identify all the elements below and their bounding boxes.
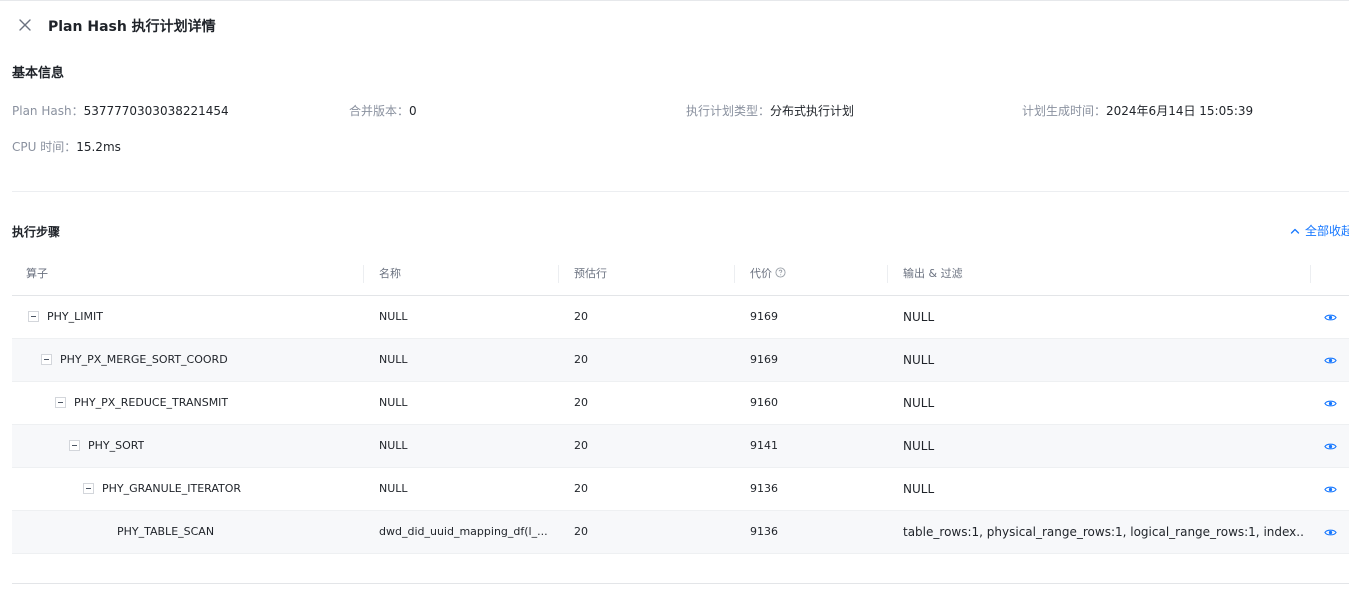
field-value: 5377770303038221454 (83, 104, 229, 118)
operator-label: PHY_SORT (88, 439, 145, 452)
col-output: 输出 & 过滤 (903, 267, 963, 280)
eye-icon[interactable] (1324, 483, 1337, 496)
bottom-divider (12, 583, 1349, 584)
est-rows-cell: 20 (574, 439, 588, 452)
plan-type-field: 执行计划类型：分布式执行计划 (686, 102, 854, 119)
field-label: Plan Hash： (12, 104, 84, 118)
eye-icon[interactable] (1324, 354, 1337, 367)
steps-title: 执行步骤 (12, 225, 61, 239)
close-icon[interactable] (16, 16, 34, 34)
eye-icon[interactable] (1324, 311, 1337, 324)
eye-icon[interactable] (1324, 397, 1337, 410)
operator-cell: PHY_GRANULE_ITERATOR (83, 468, 241, 510)
minus-square-icon[interactable] (41, 354, 52, 365)
name-cell: NULL (379, 482, 408, 495)
col-est-rows: 预估行 (574, 267, 607, 280)
section-divider (12, 191, 1349, 192)
field-label: 计划生成时间： (1022, 104, 1107, 118)
cost-cell: 9136 (750, 525, 778, 538)
est-rows-cell: 20 (574, 482, 588, 495)
field-label: 执行计划类型： (686, 104, 771, 118)
output-cell: NULL (903, 482, 935, 496)
plan-hash-field: Plan Hash：5377770303038221454 (12, 102, 229, 119)
table-row[interactable]: PHY_TABLE_SCAN dwd_did_uuid_mapping_df(l… (12, 511, 1349, 554)
steps-table: 算子 名称 预估行 代价 输出 & 过滤 PHY_LIMIT NULL 20 9… (12, 253, 1349, 554)
collapse-all-button[interactable]: 全部收起 (1289, 222, 1349, 239)
output-cell: table_rows:1, physical_range_rows:1, log… (903, 525, 1303, 539)
table-row[interactable]: PHY_PX_MERGE_SORT_COORD NULL 20 9169 NUL… (12, 339, 1349, 382)
col-cost-label: 代价 (750, 267, 772, 280)
cpu-time-field: CPU 时间：15.2ms (12, 138, 121, 155)
table-row[interactable]: PHY_GRANULE_ITERATOR NULL 20 9136 NULL (12, 468, 1349, 511)
col-separator (558, 265, 559, 283)
operator-label: PHY_TABLE_SCAN (117, 525, 215, 538)
col-cost: 代价 (750, 253, 786, 295)
table-row[interactable]: PHY_SORT NULL 20 9141 NULL (12, 425, 1349, 468)
field-label: 合并版本： (349, 104, 410, 118)
collapse-all-label: 全部收起 (1305, 224, 1349, 238)
output-cell: NULL (903, 310, 935, 324)
col-name: 名称 (379, 267, 401, 280)
field-value: 0 (409, 104, 417, 118)
cost-cell: 9169 (750, 310, 778, 323)
operator-cell: PHY_PX_REDUCE_TRANSMIT (55, 382, 228, 424)
top-border (0, 0, 1349, 1)
field-value: 15.2ms (76, 140, 121, 154)
output-cell: NULL (903, 396, 935, 410)
field-value: 分布式执行计划 (770, 104, 855, 118)
eye-icon[interactable] (1324, 440, 1337, 453)
table-row[interactable]: PHY_LIMIT NULL 20 9169 NULL (12, 296, 1349, 339)
col-separator (1310, 265, 1311, 283)
name-cell: NULL (379, 439, 408, 452)
chevron-up-icon (1290, 228, 1300, 234)
operator-label: PHY_PX_MERGE_SORT_COORD (60, 353, 228, 366)
est-rows-cell: 20 (574, 310, 588, 323)
operator-cell: PHY_TABLE_SCAN (117, 511, 214, 553)
name-cell: NULL (379, 310, 408, 323)
col-separator (887, 265, 888, 283)
operator-label: PHY_GRANULE_ITERATOR (102, 482, 242, 495)
operator-label: PHY_PX_REDUCE_TRANSMIT (74, 396, 229, 409)
minus-square-icon[interactable] (28, 311, 39, 322)
est-rows-cell: 20 (574, 353, 588, 366)
col-separator (734, 265, 735, 283)
est-rows-cell: 20 (574, 525, 588, 538)
est-rows-cell: 20 (574, 396, 588, 409)
name-cell: NULL (379, 396, 408, 409)
cost-cell: 9136 (750, 482, 778, 495)
merge-version-field: 合并版本：0 (349, 102, 417, 119)
drawer-title: Plan Hash 执行计划详情 (48, 19, 216, 35)
table-header: 算子 名称 预估行 代价 输出 & 过滤 (12, 253, 1349, 296)
output-cell: NULL (903, 353, 935, 367)
col-separator (363, 265, 364, 283)
plan-generated-time-field: 计划生成时间：2024年6月14日 15:05:39 (1022, 102, 1253, 119)
minus-square-icon[interactable] (55, 397, 66, 408)
operator-cell: PHY_PX_MERGE_SORT_COORD (41, 339, 228, 381)
operator-cell: PHY_SORT (69, 425, 144, 467)
operator-cell: PHY_LIMIT (28, 296, 103, 338)
minus-square-icon[interactable] (69, 440, 80, 451)
basic-info-title: 基本信息 (12, 66, 65, 81)
cost-cell: 9169 (750, 353, 778, 366)
cost-cell: 9141 (750, 439, 778, 452)
minus-square-icon[interactable] (83, 483, 94, 494)
cost-cell: 9160 (750, 396, 778, 409)
name-cell: NULL (379, 353, 408, 366)
operator-label: PHY_LIMIT (47, 310, 103, 323)
question-circle-icon[interactable] (775, 267, 786, 278)
output-cell: NULL (903, 439, 935, 453)
table-row[interactable]: PHY_PX_REDUCE_TRANSMIT NULL 20 9160 NULL (12, 382, 1349, 425)
col-operator: 算子 (26, 267, 48, 280)
field-label: CPU 时间： (12, 140, 77, 154)
name-cell: dwd_did_uuid_mapping_df(l_... (379, 525, 548, 538)
field-value: 2024年6月14日 15:05:39 (1106, 104, 1254, 118)
eye-icon[interactable] (1324, 526, 1337, 539)
